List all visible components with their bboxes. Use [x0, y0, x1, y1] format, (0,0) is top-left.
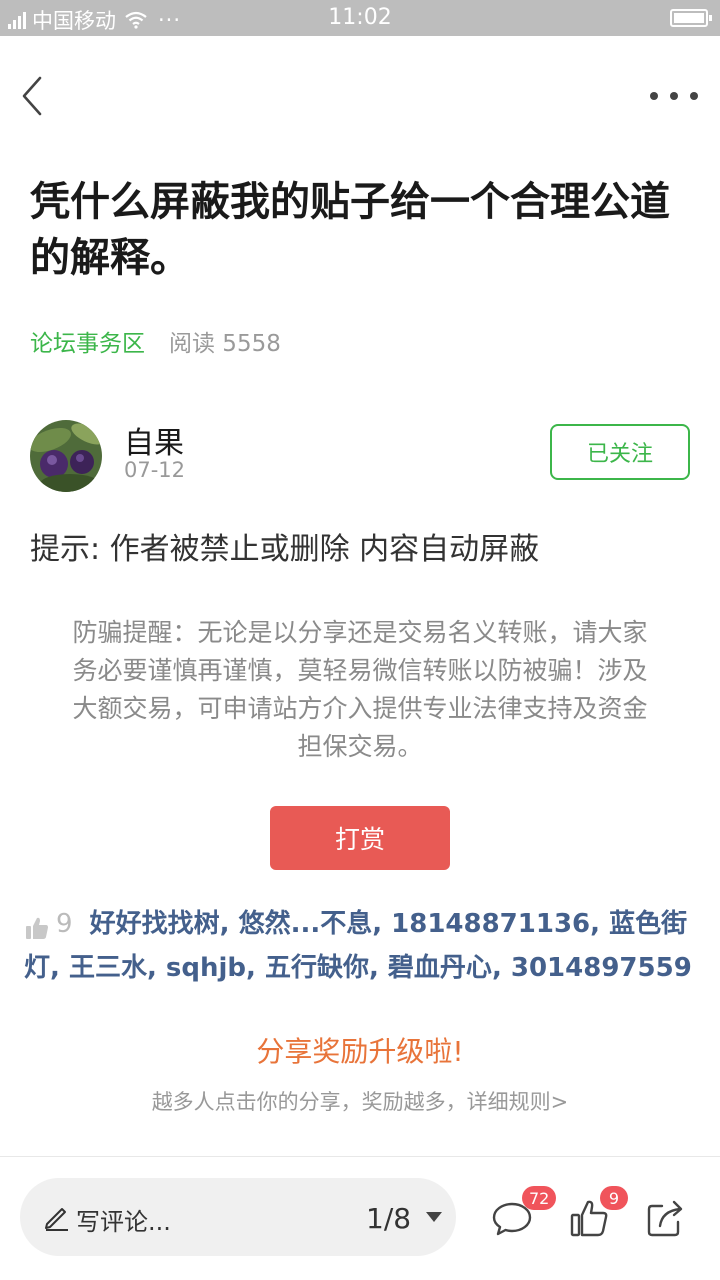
follow-button[interactable]: 已关注 [550, 424, 690, 480]
back-button[interactable] [14, 72, 54, 120]
liker-name[interactable]: 3014897559 [511, 953, 692, 983]
comment-placeholder: 写评论... [76, 1208, 171, 1236]
status-bar: 中国移动 ··· 11:02 [0, 0, 720, 36]
page-indicator[interactable]: 1/8 [366, 1202, 411, 1235]
avatar-image [30, 420, 102, 492]
like-count-badge: 9 [600, 1186, 628, 1210]
comment-input[interactable]: 写评论... 1/8 [20, 1178, 456, 1256]
liker-name[interactable]: 18148871136 [391, 909, 590, 939]
divider [0, 1156, 720, 1157]
post-date: 07-12 [124, 458, 186, 482]
post-meta: 论坛事务区 阅读 5558 [30, 324, 281, 358]
fraud-warning: 防骗提醒：无论是以分享还是交易名义转账，请大家务必要谨慎再谨慎，莫轻易微信转账以… [72, 618, 648, 761]
reward-button[interactable]: 打赏 [270, 806, 450, 870]
more-dots-icon [650, 92, 658, 100]
battery-icon [670, 9, 712, 27]
comment-count-badge: 72 [522, 1186, 557, 1210]
share-reward-title[interactable]: 分享奖励升级啦! [0, 1030, 720, 1070]
thumb-up-icon [26, 917, 48, 939]
author-name[interactable]: 自果 [124, 418, 184, 462]
post-title: 凭什么屏蔽我的贴子给一个合理公道的解释。 [30, 179, 670, 281]
more-button[interactable] [650, 82, 698, 110]
liker-name[interactable]: 碧血丹心 [388, 953, 492, 983]
liker-name[interactable]: 王三水 [69, 953, 147, 983]
chevron-left-icon [22, 76, 42, 116]
liker-name[interactable]: sqhjb [166, 953, 246, 983]
status-time: 11:02 [328, 5, 392, 30]
liker-name[interactable]: 悠然...不息 [239, 909, 373, 939]
caret-down-icon[interactable] [426, 1212, 442, 1222]
share-icon[interactable] [644, 1196, 688, 1240]
author-avatar[interactable] [30, 420, 102, 492]
share-reward-rules[interactable]: 越多人点击你的分享，奖励越多，详细规则> [0, 1086, 720, 1116]
read-count: 阅读 5558 [169, 331, 281, 357]
blocked-notice: 提示: 作者被禁止或删除 内容自动屏蔽 [30, 532, 540, 567]
like-summary: 9 [24, 902, 73, 946]
liker-name[interactable]: 五行缺你 [265, 953, 369, 983]
forum-link[interactable]: 论坛事务区 [30, 324, 145, 358]
liker-name[interactable]: 好好找找树 [90, 909, 220, 939]
pen-icon [45, 1208, 68, 1231]
like-count: 9 [56, 909, 73, 939]
likers-list: 9 好好找找树, 悠然...不息, 18148871136, 蓝色街灯, 王三水… [24, 902, 696, 990]
